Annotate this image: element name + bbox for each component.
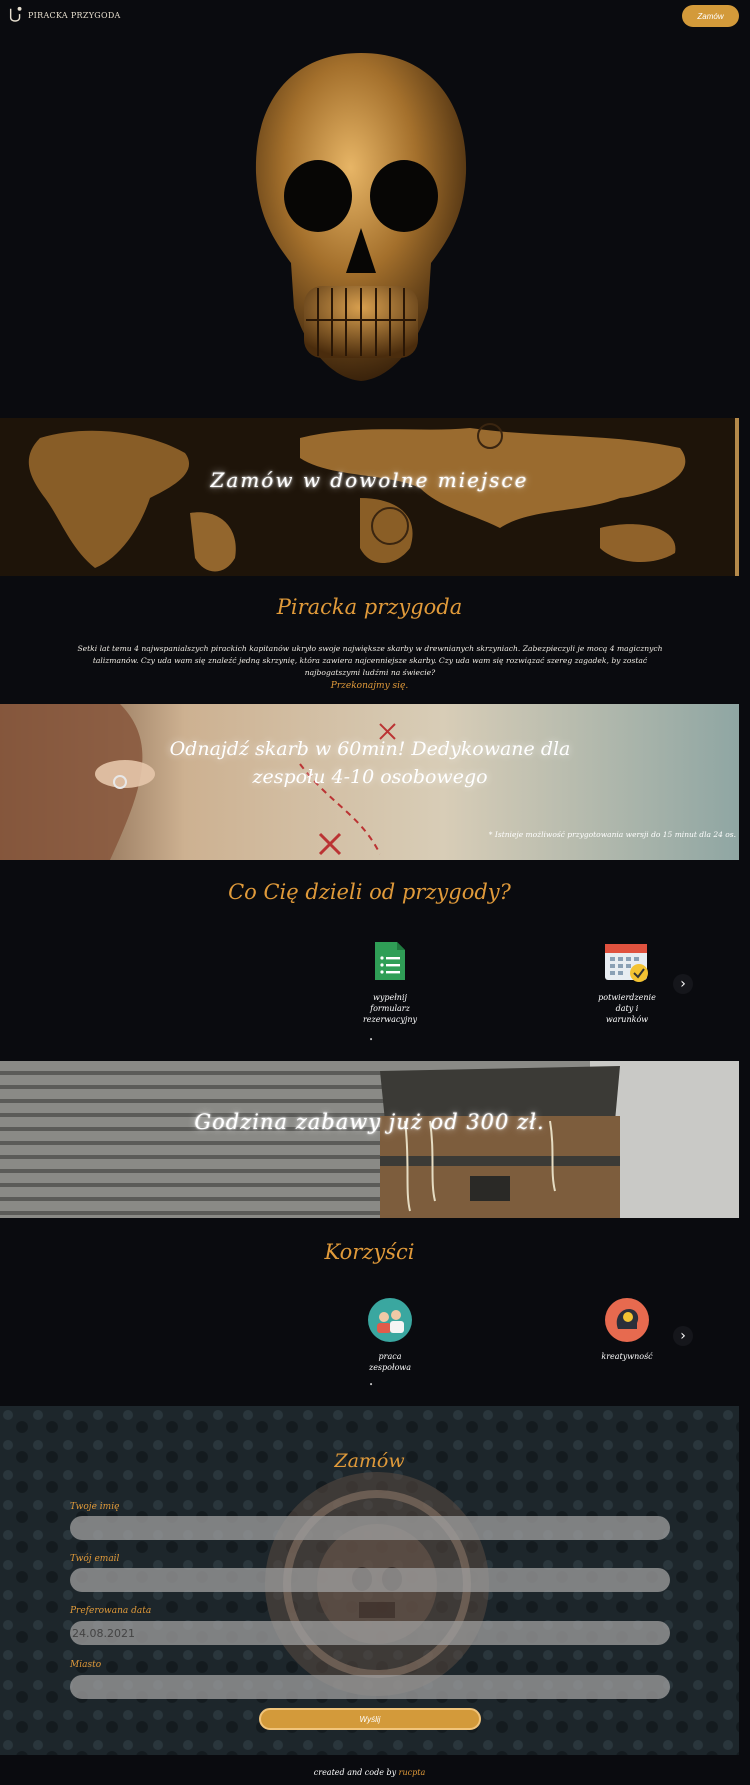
footer: created and code by rucpta xyxy=(0,1768,739,1777)
benefits-dot[interactable]: • xyxy=(369,1381,373,1389)
step-label-confirm: potwierdzenie daty i warunków xyxy=(598,993,656,1024)
about-link[interactable]: Przekonajmy się. xyxy=(0,681,739,691)
steps-dot[interactable]: • xyxy=(369,1036,373,1044)
city-input[interactable] xyxy=(70,1675,670,1699)
world-map-background xyxy=(0,418,739,576)
benefit-item-teamwork: praca zespołowa xyxy=(360,1297,420,1373)
date-label: Preferowana data xyxy=(70,1606,152,1616)
name-label: Twoje imię xyxy=(70,1502,120,1512)
benefit-item-creativity: kreatywność xyxy=(597,1297,657,1362)
email-label: Twój email xyxy=(70,1554,120,1564)
logo[interactable]: PIRACKA PRZYGODA xyxy=(8,4,121,26)
about-text: Setki lat temu 4 najwspanialszych pirack… xyxy=(77,644,663,677)
scrollbar-track[interactable] xyxy=(739,0,750,1785)
treasure-banner-note: * Istnieje możliwość przygotowania wersj… xyxy=(488,830,736,839)
benefits-title: Korzyści xyxy=(324,1240,415,1264)
benefit-label-creativity: kreatywność xyxy=(601,1352,653,1361)
footer-author-link[interactable]: rucpta xyxy=(399,1768,426,1777)
skull-image xyxy=(255,53,467,381)
benefits-next-button[interactable]: › xyxy=(673,1326,693,1346)
steps-title: Co Cię dzieli od przygody? xyxy=(228,880,511,904)
treasure-banner-title: Odnajdź skarb w 60min! Dedykowane dla ze… xyxy=(169,738,571,788)
email-input[interactable] xyxy=(70,1568,670,1592)
form-title: Zamów xyxy=(334,1450,405,1472)
step-item-form: wypełnij formularz rezerwacyjny xyxy=(360,940,420,1025)
step-label-form: wypełnij formularz rezerwacyjny xyxy=(362,993,418,1024)
about-title: Piracka przygoda xyxy=(276,595,463,619)
chest-banner xyxy=(0,1061,739,1218)
footer-text: created and code by xyxy=(313,1768,397,1777)
chest-background xyxy=(0,1061,739,1218)
map-banner xyxy=(0,418,739,576)
form-icon xyxy=(375,942,405,980)
name-input[interactable] xyxy=(70,1516,670,1540)
creativity-icon xyxy=(605,1298,649,1342)
calendar-check-icon xyxy=(605,944,648,982)
submit-button[interactable]: Wyślij xyxy=(259,1708,481,1730)
date-input[interactable] xyxy=(70,1621,670,1645)
logo-hook-icon xyxy=(9,6,22,22)
hero-section xyxy=(0,0,750,418)
top-navigation: PIRACKA PRZYGODA Zamów xyxy=(0,0,750,34)
map-banner-title: Zamów w dowolne miejsce xyxy=(210,468,529,492)
city-label: Miasto xyxy=(70,1660,102,1670)
benefit-label-teamwork: praca zespołowa xyxy=(368,1352,412,1372)
chest-banner-title: Godzina zabawy już od 300 zł. xyxy=(194,1110,545,1134)
teamwork-icon xyxy=(368,1298,412,1342)
steps-next-button[interactable]: › xyxy=(673,974,693,994)
logo-text: PIRACKA PRZYGODA xyxy=(28,10,121,20)
step-item-confirm: potwierdzenie daty i warunków xyxy=(597,938,657,1025)
order-button[interactable]: Zamów xyxy=(682,5,739,27)
